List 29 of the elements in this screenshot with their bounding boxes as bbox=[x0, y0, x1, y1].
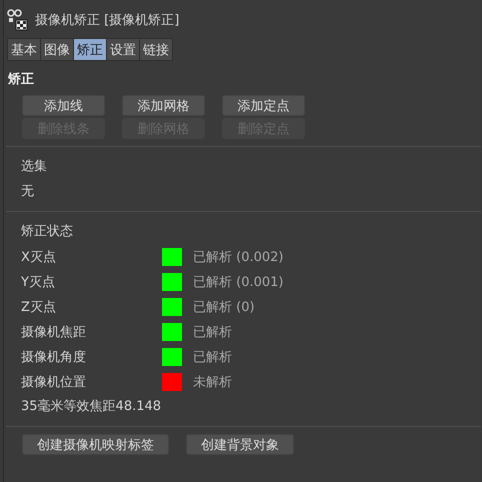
create-button[interactable]: 创建背景对象 bbox=[186, 434, 294, 455]
status-label: Z灭点 bbox=[21, 298, 57, 316]
tab[interactable]: 基本 bbox=[8, 39, 40, 60]
window-title: 摄像机矫正 [摄像机矫正] bbox=[35, 12, 180, 29]
create-button[interactable]: 创建摄像机映射标签 bbox=[22, 434, 169, 455]
tab[interactable]: 链接 bbox=[140, 39, 172, 60]
status-label: 摄像机焦距 bbox=[21, 324, 87, 340]
selection-label: 选集 bbox=[21, 158, 47, 176]
status-value: 未解析 bbox=[193, 374, 232, 390]
add-button[interactable]: 添加网格 bbox=[122, 95, 205, 116]
status-value: 已解析 bbox=[193, 348, 232, 366]
status-value: 已解析 bbox=[193, 324, 232, 340]
status-label: X灭点 bbox=[21, 248, 57, 266]
tab[interactable]: 图像 bbox=[41, 39, 73, 60]
section-title: 矫正 bbox=[8, 71, 35, 88]
tab[interactable]: 矫正 bbox=[74, 39, 106, 60]
add-button[interactable]: 添加线 bbox=[22, 95, 105, 116]
focal-length-text: 35毫米等效焦距48.148 bbox=[21, 398, 162, 416]
camera-calibration-icon bbox=[7, 9, 29, 31]
status-value: 已解析 (0.002) bbox=[193, 248, 284, 266]
tab[interactable]: 设置 bbox=[107, 39, 139, 60]
add-button[interactable]: 添加定点 bbox=[222, 95, 305, 116]
status-label: 摄像机位置 bbox=[21, 374, 87, 390]
selection-value: 无 bbox=[21, 183, 34, 201]
status-label: Y灭点 bbox=[21, 274, 56, 290]
status-heading: 矫正状态 bbox=[21, 223, 73, 241]
status-value: 已解析 (0.001) bbox=[193, 274, 284, 290]
status-label: 摄像机角度 bbox=[21, 348, 87, 366]
status-value: 已解析 (0) bbox=[193, 298, 255, 316]
